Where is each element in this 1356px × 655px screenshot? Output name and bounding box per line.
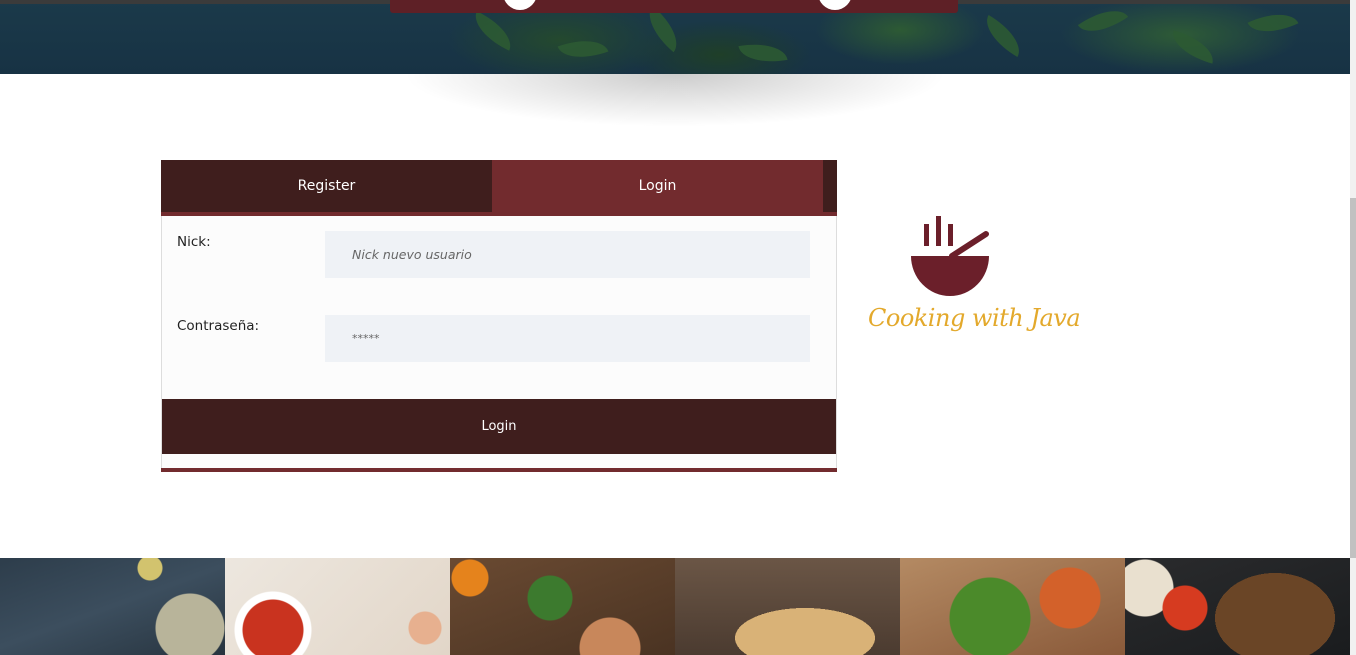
leaf-decoration [738, 38, 788, 68]
food-photo-mussels[interactable] [0, 558, 225, 655]
auth-card: Register Login Nick: Contraseña: Login [161, 160, 837, 472]
tab-edge [823, 160, 837, 212]
scrollbar-thumb[interactable] [1350, 198, 1356, 558]
food-photo-oranges[interactable] [450, 558, 675, 655]
leaf-decoration [467, 11, 519, 51]
food-photo-flatbread[interactable] [675, 558, 900, 655]
leaf-decoration [557, 30, 609, 68]
food-gallery [0, 558, 1350, 655]
leaf-decoration [977, 14, 1029, 58]
hero-shadow [300, 74, 1050, 164]
nav-circle-icon[interactable] [503, 0, 537, 10]
bowl-icon [911, 216, 989, 296]
login-submit-button[interactable]: Login [162, 399, 836, 454]
food-photo-pizza[interactable] [900, 558, 1125, 655]
site-logo[interactable]: Cooking with Java [866, 212, 1081, 352]
auth-tabs: Register Login [161, 160, 837, 216]
nick-input[interactable] [325, 231, 810, 278]
tab-register[interactable]: Register [161, 160, 492, 212]
login-form: Nick: Contraseña: Login [161, 216, 837, 472]
password-label: Contraseña: [177, 318, 260, 334]
food-photo-tomato-soup[interactable] [225, 558, 450, 655]
top-nav-bar[interactable] [390, 0, 958, 13]
hero-banner [0, 0, 1350, 74]
leaf-decoration [1077, 0, 1129, 44]
form-bottom-border [161, 468, 837, 472]
logo-text: Cooking with Java [868, 304, 1081, 332]
leaf-decoration [1247, 3, 1299, 43]
tab-login[interactable]: Login [492, 160, 823, 212]
page-scrollbar[interactable] [1350, 0, 1356, 655]
password-input[interactable] [325, 315, 810, 362]
food-photo-grilled-fish[interactable] [1125, 558, 1350, 655]
nav-circle-icon[interactable] [818, 0, 852, 10]
nick-label: Nick: [177, 234, 211, 250]
leaf-decoration [1167, 30, 1219, 64]
